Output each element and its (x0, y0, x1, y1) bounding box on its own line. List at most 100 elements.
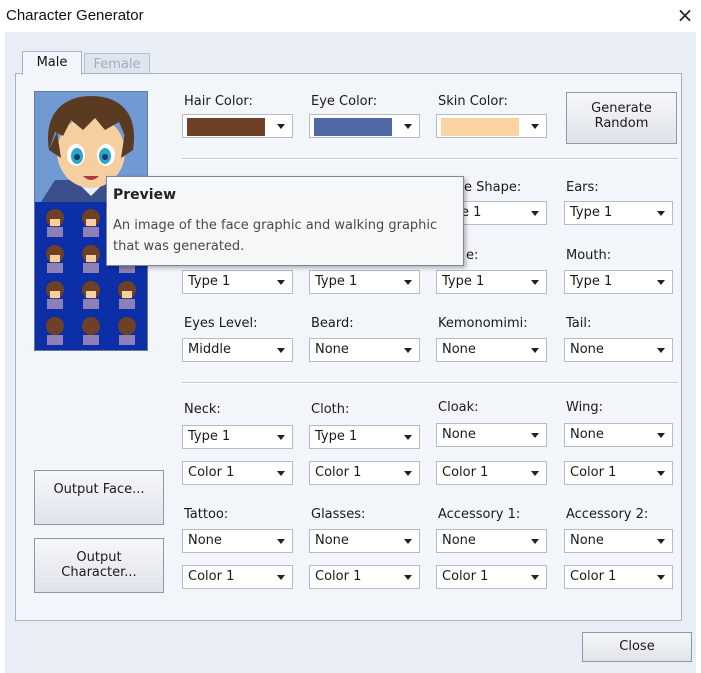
glasses-color-dropdown[interactable]: Color 1 (309, 565, 420, 589)
output-character-button[interactable]: Output Character... (34, 538, 164, 593)
tattoo-dropdown[interactable]: None (182, 529, 293, 553)
chevron-down-icon (277, 435, 285, 440)
chevron-down-icon (404, 539, 412, 544)
wing-dropdown[interactable]: None (564, 423, 673, 447)
chevron-down-icon (531, 211, 539, 216)
chevron-down-icon (404, 280, 412, 285)
title-bar: Character Generator × (0, 0, 701, 32)
row2-col3-label: e: (466, 248, 479, 263)
kemonomimi-dropdown[interactable]: None (436, 338, 547, 362)
chevron-down-icon (657, 433, 665, 438)
tab-male[interactable]: Male (22, 51, 82, 75)
chevron-down-icon (277, 539, 285, 544)
close-button[interactable]: Close (582, 632, 692, 662)
chevron-down-icon (404, 435, 412, 440)
skin-color-swatch (441, 118, 519, 136)
neck-color-dropdown[interactable]: Color 1 (182, 461, 293, 485)
row2-col1-dropdown[interactable]: Type 1 (182, 270, 293, 294)
window-title: Character Generator (6, 7, 144, 24)
tooltip-title: Preview (113, 187, 177, 203)
kemonomimi-label: Kemonomimi: (438, 316, 528, 331)
chevron-down-icon (657, 575, 665, 580)
eyes-level-dropdown[interactable]: Middle (182, 338, 293, 362)
cloth-value: Type 1 (315, 429, 358, 444)
cloak-color-dropdown[interactable]: Color 1 (436, 461, 547, 485)
wing-value: None (570, 427, 604, 442)
hair-color-label: Hair Color: (184, 94, 253, 109)
hair-color-swatch (187, 118, 265, 136)
chevron-down-icon (404, 348, 412, 353)
neck-dropdown[interactable]: Type 1 (182, 425, 293, 449)
ears-label: Ears: (566, 180, 599, 195)
chevron-down-icon (404, 471, 412, 476)
cloth-dropdown[interactable]: Type 1 (309, 425, 420, 449)
cloak-label: Cloak: (438, 400, 479, 415)
neck-color-value: Color 1 (188, 465, 235, 480)
wing-color-value: Color 1 (570, 465, 617, 480)
neck-value: Type 1 (188, 429, 231, 444)
chevron-down-icon (531, 348, 539, 353)
chevron-down-icon (404, 575, 412, 580)
accessory1-color-dropdown[interactable]: Color 1 (436, 565, 547, 589)
glasses-value: None (315, 533, 349, 548)
window-close-button[interactable]: × (672, 2, 698, 28)
accessory2-dropdown[interactable]: None (564, 529, 673, 553)
accessory1-label: Accessory 1: (438, 507, 521, 522)
row2-col2-value: Type 1 (315, 274, 358, 289)
chevron-down-icon (657, 211, 665, 216)
skin-color-dropdown[interactable] (436, 114, 547, 138)
beard-value: None (315, 342, 349, 357)
accessory2-color-dropdown[interactable]: Color 1 (564, 565, 673, 589)
neck-label: Neck: (184, 402, 221, 417)
accessory1-dropdown[interactable]: None (436, 529, 547, 553)
mouth-value: Type 1 (570, 274, 613, 289)
chevron-down-icon (657, 348, 665, 353)
eye-color-dropdown[interactable] (309, 114, 420, 138)
chevron-down-icon (531, 575, 539, 580)
mouth-dropdown[interactable]: Type 1 (564, 270, 673, 294)
ears-value: Type 1 (570, 205, 613, 220)
cloth-color-value: Color 1 (315, 465, 362, 480)
tattoo-color-value: Color 1 (188, 569, 235, 584)
chevron-down-icon (277, 280, 285, 285)
cloak-dropdown[interactable]: None (436, 423, 547, 447)
wing-label: Wing: (566, 400, 604, 415)
chevron-down-icon (277, 471, 285, 476)
tattoo-label: Tattoo: (184, 507, 229, 522)
accessory1-color-value: Color 1 (442, 569, 489, 584)
beard-dropdown[interactable]: None (309, 338, 420, 362)
wing-color-dropdown[interactable]: Color 1 (564, 461, 673, 485)
row2-col3-dropdown[interactable]: Type 1 (436, 270, 547, 294)
beard-label: Beard: (311, 316, 354, 331)
eye-color-label: Eye Color: (311, 94, 378, 109)
cloth-color-dropdown[interactable]: Color 1 (309, 461, 420, 485)
chevron-down-icon (657, 539, 665, 544)
eye-color-swatch (314, 118, 392, 136)
chevron-down-icon (404, 124, 412, 129)
glasses-dropdown[interactable]: None (309, 529, 420, 553)
output-face-button[interactable]: Output Face... (34, 470, 164, 525)
cloth-label: Cloth: (311, 402, 350, 417)
accessory1-value: None (442, 533, 476, 548)
chevron-down-icon (531, 539, 539, 544)
chevron-down-icon (657, 280, 665, 285)
chevron-down-icon (531, 124, 539, 129)
chevron-down-icon (277, 348, 285, 353)
accessory2-color-value: Color 1 (570, 569, 617, 584)
generate-random-button[interactable]: Generate Random (566, 92, 677, 144)
face-shape-value: e 1 (461, 205, 482, 220)
chevron-down-icon (531, 280, 539, 285)
tattoo-color-dropdown[interactable]: Color 1 (182, 565, 293, 589)
chevron-down-icon (531, 471, 539, 476)
separator-top (182, 158, 678, 160)
mouth-label: Mouth: (566, 248, 612, 263)
tab-female[interactable]: Female (84, 53, 150, 75)
ears-dropdown[interactable]: Type 1 (564, 201, 673, 225)
cloak-color-value: Color 1 (442, 465, 489, 480)
row2-col1-value: Type 1 (188, 274, 231, 289)
row2-col2-dropdown[interactable]: Type 1 (309, 270, 420, 294)
tail-dropdown[interactable]: None (564, 338, 673, 362)
hair-color-dropdown[interactable] (182, 114, 293, 138)
cloak-value: None (442, 427, 476, 442)
tooltip-line-2: that was generated. (113, 239, 245, 254)
